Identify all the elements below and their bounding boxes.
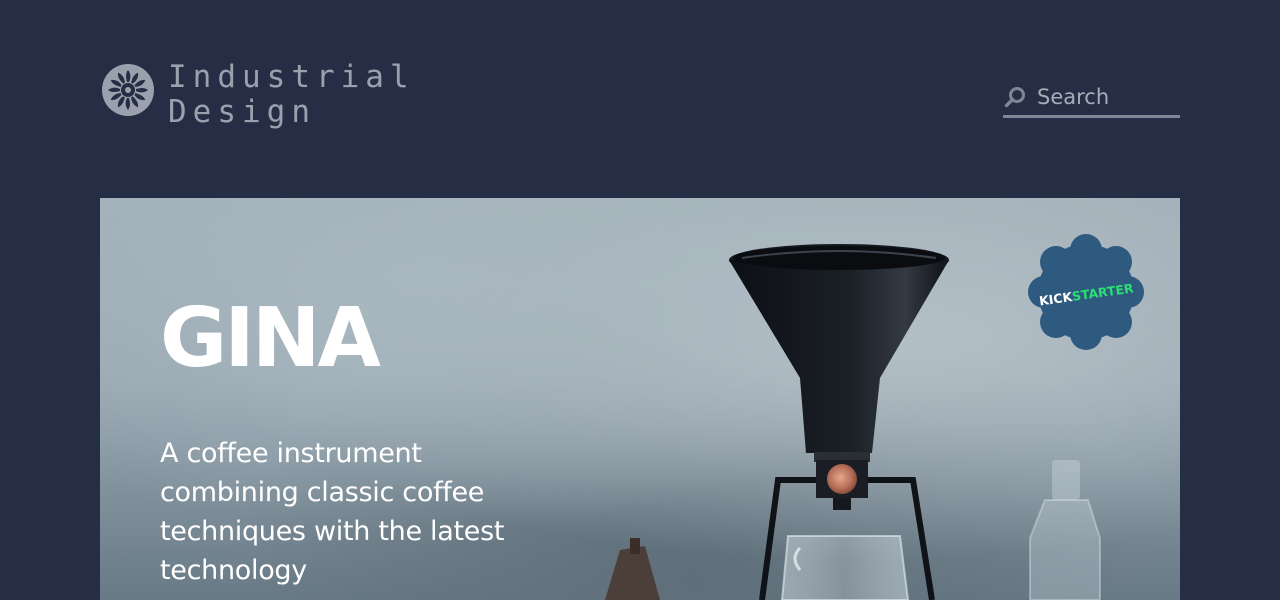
hero-banner[interactable]: GINA A coffee instrument combining class… xyxy=(100,198,1180,600)
hero-title: GINA xyxy=(160,291,381,386)
search-box[interactable] xyxy=(1003,78,1180,118)
turbine-icon xyxy=(102,64,154,116)
site-header: Industrial Design xyxy=(0,0,1280,198)
search-icon[interactable] xyxy=(1004,86,1026,108)
brand-name-line2: Design xyxy=(168,94,316,130)
search-input[interactable] xyxy=(1037,84,1177,109)
brand-name: Industrial Design xyxy=(168,60,415,130)
brand-logo-link[interactable]: Industrial Design xyxy=(100,60,415,130)
kickstarter-badge[interactable]: KICKSTARTER xyxy=(1028,234,1144,350)
hero-description: A coffee instrument combining classic co… xyxy=(160,438,505,586)
brand-name-line1: Industrial xyxy=(168,59,415,95)
